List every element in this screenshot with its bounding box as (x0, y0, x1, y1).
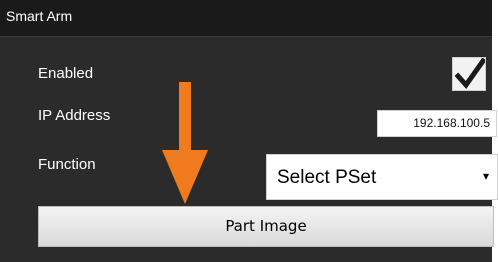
dropdown-arrow-icon: ▾ (482, 169, 489, 183)
checkmark-icon (455, 58, 485, 90)
smart-arm-panel: Smart Arm Enabled IP Address 192.168.100… (0, 0, 498, 262)
panel-header: Smart Arm (0, 0, 492, 37)
enabled-checkbox[interactable] (452, 57, 486, 91)
screenshot-frame: Smart Arm Enabled IP Address 192.168.100… (0, 0, 498, 262)
function-select[interactable]: Select PSet ▾ (266, 154, 498, 200)
enabled-label: Enabled (38, 65, 94, 82)
function-label: Function (38, 156, 96, 173)
ip-address-label: IP Address (38, 107, 111, 124)
orange-down-arrow-icon (162, 82, 208, 204)
ip-address-input[interactable]: 192.168.100.5 (377, 110, 497, 137)
part-image-button[interactable]: Part Image (38, 206, 494, 247)
panel-title: Smart Arm (6, 8, 73, 24)
function-select-value: Select PSet (277, 167, 377, 188)
